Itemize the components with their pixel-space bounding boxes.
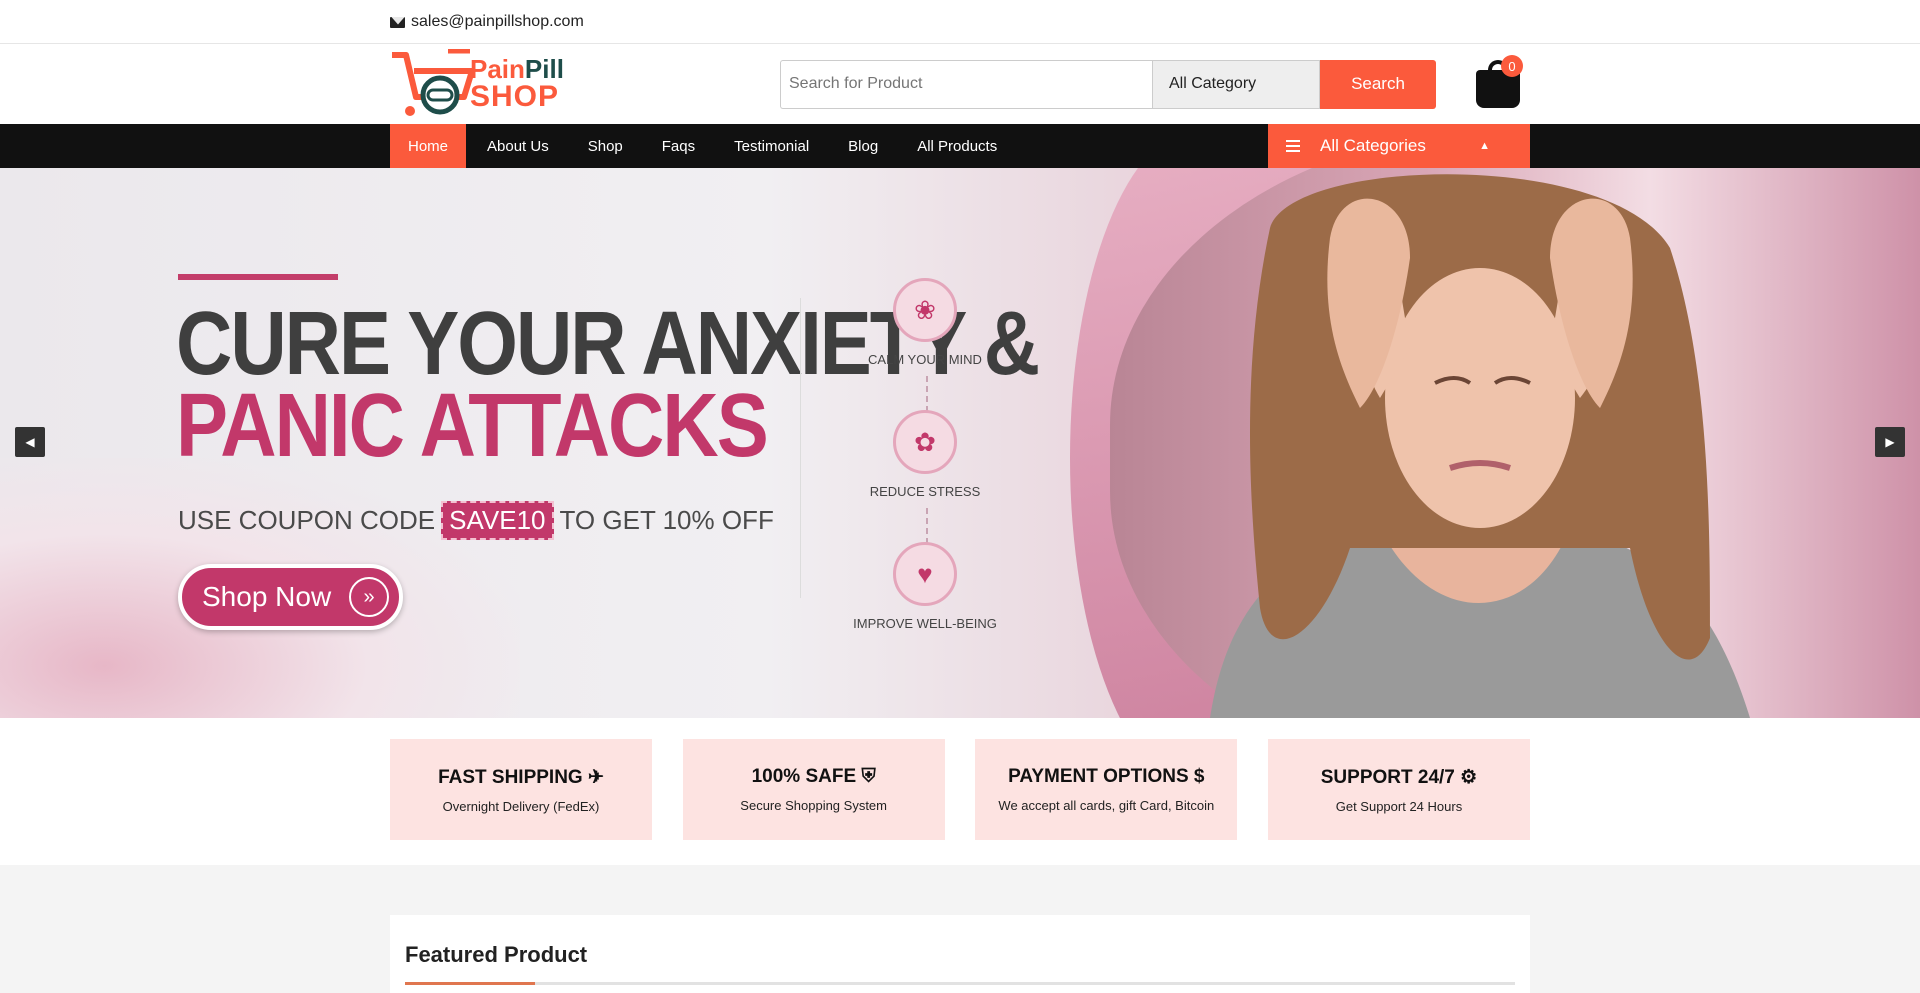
stressed-woman-image <box>1210 174 1750 718</box>
feature-payment-title: PAYMENT OPTIONS $ <box>1008 766 1205 787</box>
slider-next-button[interactable]: ▶ <box>1875 427 1905 457</box>
brain-icon: ✿ <box>893 410 957 474</box>
benefit-connector <box>926 508 928 544</box>
benefit-stress: ✿ REDUCE STRESS <box>840 410 1010 499</box>
feature-support: SUPPORT 24/7 ⚙ Get Support 24 Hours <box>1267 739 1530 840</box>
all-categories-dropdown[interactable]: All Categories ▲ <box>1268 124 1530 168</box>
top-bar: sales@painpillshop.com <box>0 0 1920 44</box>
contact-email[interactable]: sales@painpillshop.com <box>411 13 584 31</box>
nav-about-us[interactable]: About Us <box>469 124 567 168</box>
feature-payment-subtitle: We accept all cards, gift Card, Bitcoin <box>998 798 1215 813</box>
feature-shipping-subtitle: Overnight Delivery (FedEx) <box>442 799 600 814</box>
logo-text-shop: SHOP <box>470 80 560 113</box>
benefit-wellbeing: ♥ IMPROVE WELL-BEING <box>840 542 1010 631</box>
feature-safe-subtitle: Secure Shopping System <box>740 798 887 813</box>
shop-now-label: Shop Now <box>202 581 332 612</box>
featured-title: Featured Product <box>405 942 588 967</box>
lotus-icon: ❀ <box>893 278 957 342</box>
featured-underline <box>405 982 1515 985</box>
benefit-calm: ❀ CALM YOUR MIND <box>840 278 1010 367</box>
coupon-suffix: TO GET 10% OFF <box>559 505 774 535</box>
double-chevron-right-icon: » <box>349 577 389 617</box>
search-bar: All Category Search <box>780 59 1436 109</box>
search-button[interactable]: Search <box>1320 59 1436 109</box>
header: PainPill SHOP All Category Search 0 <box>0 44 1920 124</box>
hero-accent-bar <box>178 274 338 280</box>
feature-shipping-title: FAST SHIPPING <box>438 767 583 788</box>
cart-logo-icon <box>392 49 475 116</box>
hero-divider <box>800 298 801 598</box>
feature-shipping: FAST SHIPPING ✈ Overnight Delivery (FedE… <box>390 739 652 840</box>
benefit-connector <box>926 376 928 412</box>
shield-icon: ⛨ <box>861 766 876 787</box>
nav-testimonial[interactable]: Testimonial <box>716 124 827 168</box>
heart-pulse-icon: ♥ <box>893 542 957 606</box>
features-strip: FAST SHIPPING ✈ Overnight Delivery (FedE… <box>0 718 1920 865</box>
all-categories-label: All Categories <box>1320 136 1426 155</box>
main-nav: Home About Us Shop Faqs Testimonial Blog… <box>0 124 1920 168</box>
menu-bars-icon <box>1286 140 1300 152</box>
site-logo[interactable]: PainPill SHOP <box>390 49 780 119</box>
search-input[interactable] <box>780 59 1152 109</box>
featured-section: Featured Product <box>0 865 1920 993</box>
benefit-stress-label: REDUCE STRESS <box>869 484 981 499</box>
nav-all-products[interactable]: All Products <box>899 124 1015 168</box>
nav-faqs[interactable]: Faqs <box>644 124 713 168</box>
nav-home[interactable]: Home <box>390 124 467 168</box>
hero-headline-2: PANIC ATTACKS <box>176 374 769 476</box>
cart-count-badge: 0 <box>1501 55 1523 77</box>
featured-card: Featured Product <box>390 915 1530 993</box>
benefit-calm-label: CALM YOUR MIND <box>868 352 982 367</box>
feature-support-subtitle: Get Support 24 Hours <box>1335 799 1463 814</box>
nav-shop[interactable]: Shop <box>570 124 641 168</box>
feature-payment: PAYMENT OPTIONS $ We accept all cards, g… <box>975 739 1238 840</box>
feature-support-title: SUPPORT 24/7 <box>1320 767 1455 788</box>
cart-button[interactable]: 0 <box>1476 55 1523 110</box>
slider-prev-button[interactable]: ◀ <box>15 427 45 457</box>
envelope-icon <box>390 16 405 28</box>
hero-slider: CURE YOUR ANXIETY & PANIC ATTACKS USE CO… <box>0 168 1920 718</box>
benefit-wellbeing-label: IMPROVE WELL-BEING <box>853 616 997 631</box>
plane-icon: ✈ <box>588 767 604 788</box>
coupon-prefix: USE COUPON CODE <box>178 505 436 535</box>
nav-blog[interactable]: Blog <box>830 124 896 168</box>
shop-now-button[interactable]: Shop Now » <box>178 564 403 630</box>
category-select[interactable]: All Category <box>1152 59 1320 109</box>
coupon-code: SAVE10 <box>441 501 554 540</box>
coupon-line: USE COUPON CODE SAVE10 TO GET 10% OFF <box>178 501 774 540</box>
chevron-up-icon: ▲ <box>1479 140 1490 152</box>
feature-safe-title: 100% SAFE <box>751 766 857 787</box>
feature-safe: 100% SAFE ⛨ Secure Shopping System <box>682 739 945 840</box>
gear-icon: ⚙ <box>1460 767 1478 788</box>
